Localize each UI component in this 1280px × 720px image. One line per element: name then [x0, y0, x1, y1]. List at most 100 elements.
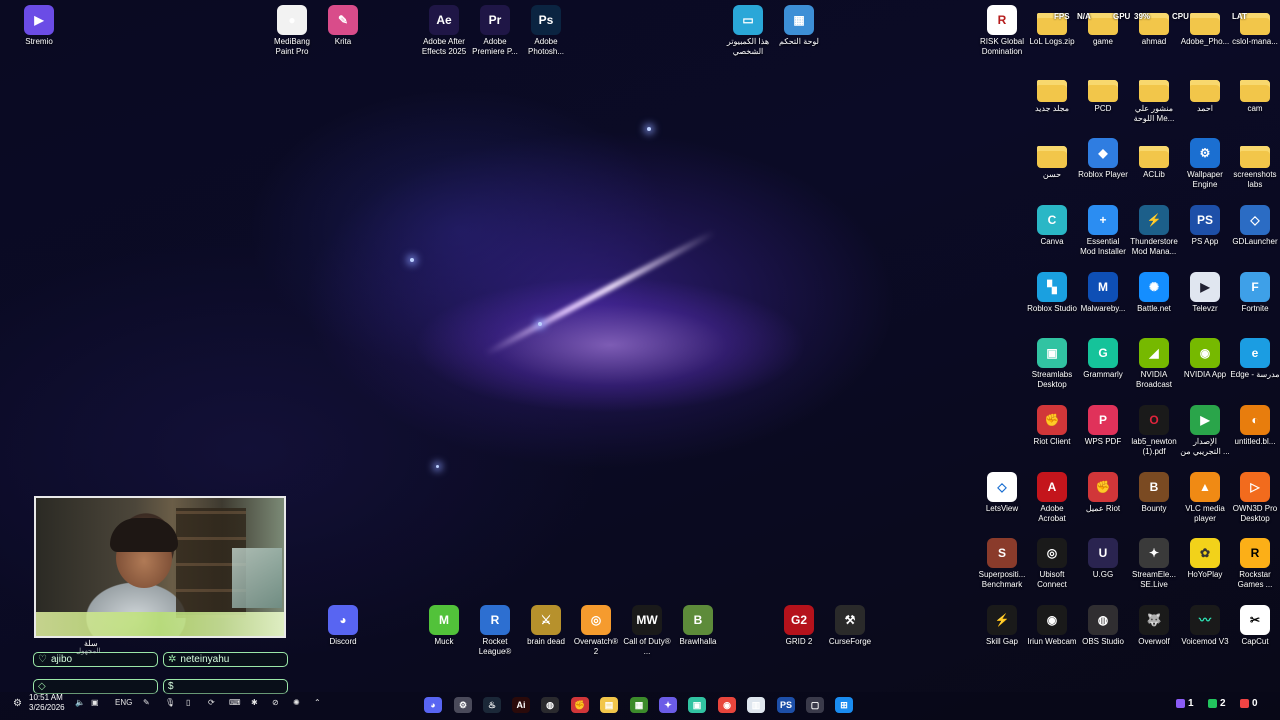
desktop-shortcut[interactable]: ▚ Roblox Studio — [1027, 272, 1077, 314]
desktop-shortcut[interactable]: ◎ Overwatch® 2 — [571, 605, 621, 657]
desktop-shortcut[interactable]: ✿ HoYoPlay — [1180, 538, 1230, 580]
desktop-shortcut[interactable]: ⚒ CurseForge — [825, 605, 875, 647]
settings-gear-icon[interactable]: ⚙ — [13, 698, 22, 709]
start-icon[interactable]: ⊞ — [835, 697, 853, 713]
desktop-shortcut[interactable]: ▶ Televzr — [1180, 272, 1230, 314]
chrome-icon[interactable]: ◉ — [718, 697, 736, 713]
desktop-shortcut[interactable]: P WPS PDF — [1078, 405, 1128, 447]
desktop-shortcut[interactable]: M Muck — [419, 605, 469, 647]
network-icon[interactable]: ▣ — [91, 698, 99, 707]
notification-badge[interactable]: 0 — [1240, 698, 1258, 709]
desktop-shortcut[interactable]: R Rockstar Games ... — [1230, 538, 1280, 590]
desktop-shortcut[interactable]: ◍ OBS Studio — [1078, 605, 1128, 647]
desktop-shortcut[interactable]: ◆ Roblox Player — [1078, 138, 1128, 180]
desktop-shortcut[interactable]: ◕ Discord — [318, 605, 368, 647]
desktop-shortcut[interactable]: مجلد جديد — [1027, 72, 1077, 114]
desktop-shortcut[interactable]: ◉ Iriun Webcam — [1027, 605, 1077, 647]
shortcut-label: Skill Gap — [985, 637, 1018, 646]
desktop-shortcut[interactable]: ✎ Krita — [318, 5, 368, 47]
desktop-shortcut[interactable]: ▣ Streamlabs Desktop — [1027, 338, 1077, 390]
notification-badge[interactable]: 1 — [1176, 698, 1194, 709]
shortcut-label: Overwolf — [1138, 637, 1170, 646]
desktop-shortcut[interactable]: screenshots labs — [1230, 138, 1280, 190]
chevron-up-icon[interactable]: ⌃ — [314, 698, 321, 707]
desktop-shortcut[interactable]: ⚡ Thunderstore Mod Mana... — [1129, 205, 1179, 257]
desktop-shortcut[interactable]: ACLib — [1129, 138, 1179, 180]
desktop-shortcut[interactable]: Pr Adobe Premiere P... — [470, 5, 520, 57]
desktop-shortcut[interactable]: cam — [1230, 72, 1280, 114]
clock[interactable]: 10:51 AM 3/26/2026 — [29, 693, 65, 713]
desktop-shortcut[interactable]: ✊ عميل Riot — [1078, 472, 1128, 514]
desktop-shortcut[interactable]: Ps Adobe Photosh... — [521, 5, 571, 57]
desktop-shortcut[interactable]: ▶ الإصدار التجريبي من ... — [1180, 405, 1230, 457]
steam-icon[interactable]: ♨ — [483, 697, 501, 713]
wifi-off-icon[interactable]: ⊘ — [272, 698, 279, 707]
keyboard-icon[interactable]: ⌨ — [229, 698, 241, 707]
obs-taskbar-icon[interactable]: ◍ — [541, 697, 559, 713]
desktop-shortcut[interactable]: ● MediBang Paint Pro — [267, 5, 317, 57]
copilot-icon[interactable]: ✦ — [659, 697, 677, 713]
file-explorer-icon[interactable]: ▤ — [600, 697, 618, 713]
desktop-shortcut[interactable]: ◇ LetsView — [977, 472, 1027, 514]
desktop-shortcut[interactable]: ▦ لوحة التحكم — [774, 5, 824, 47]
bluetooth-icon[interactable]: ✱ — [251, 698, 258, 707]
language-indicator[interactable]: ENG — [115, 698, 132, 707]
desktop-shortcut[interactable]: MW Call of Duty® ... — [622, 605, 672, 657]
settings-icon[interactable]: ⚙ — [454, 697, 472, 713]
desktop-shortcut[interactable]: M Malwareby... — [1078, 272, 1128, 314]
notification-badge[interactable]: 2 — [1208, 698, 1226, 709]
desktop-shortcut[interactable]: U U.GG — [1078, 538, 1128, 580]
desktop-shortcut[interactable]: Olab5_newton (1).pdf — [1129, 405, 1179, 457]
desktop-shortcut[interactable]: ◇ GDLauncher — [1230, 205, 1280, 247]
desktop-shortcut[interactable]: B Bounty — [1129, 472, 1179, 514]
riot-taskbar-icon[interactable]: ✊ — [571, 697, 589, 713]
desktop-shortcut[interactable]: F Fortnite — [1230, 272, 1280, 314]
desktop-shortcut[interactable]: PS PS App — [1180, 205, 1230, 247]
adobe-icon[interactable]: Ai — [512, 697, 530, 713]
task-view-icon[interactable]: ▢ — [806, 697, 824, 713]
desktop-shortcut[interactable]: ▷ OWN3D Pro Desktop — [1230, 472, 1280, 524]
desktop-shortcut[interactable]: ◐ untitled.bl... — [1230, 405, 1280, 447]
desktop-shortcut[interactable]: C Canva — [1027, 205, 1077, 247]
desktop-shortcut[interactable]: احمد — [1180, 72, 1230, 114]
desktop-shortcut[interactable]: ✦ StreamEle... SE.Live — [1129, 538, 1179, 590]
desktop-shortcut[interactable]: + Essential Mod Installer — [1078, 205, 1128, 257]
desktop-shortcut[interactable]: R RISK Global Domination — [977, 5, 1027, 57]
desktop-shortcut[interactable]: S Superpositi... Benchmark — [977, 538, 1027, 590]
desktop-shortcut[interactable]: ⚡ Skill Gap — [977, 605, 1027, 647]
desktop-shortcut[interactable]: ✊ Riot Client — [1027, 405, 1077, 447]
desktop-shortcut[interactable]: ✺ Battle.net — [1129, 272, 1179, 314]
desktop-shortcut[interactable]: ▭ هذا الكمبيوتر الشخصي — [723, 5, 773, 57]
minecraft-icon[interactable]: ▦ — [630, 697, 648, 713]
desktop-shortcut[interactable]: G2 GRID 2 — [774, 605, 824, 647]
streamlabs-taskbar-icon[interactable]: ▣ — [688, 697, 706, 713]
desktop-shortcut[interactable]: ▶ Stremio — [14, 5, 64, 47]
desktop-shortcut[interactable]: ◢ NVIDIA Broadcast — [1129, 338, 1179, 390]
desktop-shortcut[interactable]: G Grammarly — [1078, 338, 1128, 380]
playstation-taskbar-icon[interactable]: PS — [777, 697, 795, 713]
sync-icon[interactable]: ⟳ — [208, 698, 215, 707]
desktop-shortcut[interactable]: منشور علي اللوحة Me... — [1129, 72, 1179, 124]
pen-icon[interactable]: ✎ — [143, 698, 150, 707]
desktop-shortcut[interactable]: ◉ NVIDIA App — [1180, 338, 1230, 380]
notepad-icon[interactable]: ▥ — [747, 697, 765, 713]
desktop-shortcut[interactable]: ⚙ Wallpaper Engine — [1180, 138, 1230, 190]
desktop-shortcut[interactable]: ⚔ brain dead — [521, 605, 571, 647]
desktop-shortcut[interactable]: e Edge - مدرسة — [1230, 338, 1280, 380]
speaker-icon[interactable]: 🔈 — [75, 698, 85, 707]
mic-icon[interactable]: 🎙 — [165, 698, 175, 707]
desktop-shortcut[interactable]: 🐺 Overwolf — [1129, 605, 1179, 647]
desktop-shortcut[interactable]: Ae Adobe After Effects 2025 — [419, 5, 469, 57]
desktop-shortcut[interactable]: B Brawlhalla — [673, 605, 723, 647]
desktop-shortcut[interactable]: ◎ Ubisoft Connect — [1027, 538, 1077, 590]
usb-icon[interactable]: ▯ — [186, 698, 190, 707]
desktop-shortcut[interactable]: ▲ VLC media player — [1180, 472, 1230, 524]
desktop-shortcut[interactable]: PCD — [1078, 72, 1128, 114]
desktop-shortcut[interactable]: 〰 Voicemod V3 — [1180, 605, 1230, 647]
desktop-shortcut[interactable]: R Rocket League® — [470, 605, 520, 657]
brightness-icon[interactable]: ✺ — [293, 698, 300, 707]
desktop-shortcut[interactable]: ✂ CapCut — [1230, 605, 1280, 647]
desktop-shortcut[interactable]: A Adobe Acrobat — [1027, 472, 1077, 524]
discord-taskbar-icon[interactable]: ◕ — [424, 697, 442, 713]
desktop-shortcut[interactable]: حسن — [1027, 138, 1077, 180]
